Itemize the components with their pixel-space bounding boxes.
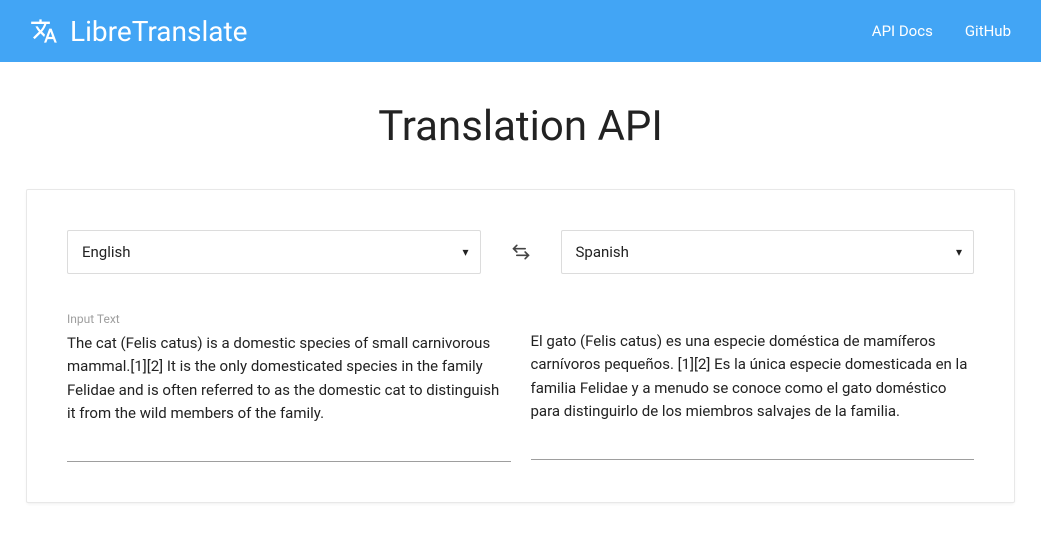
swap-languages-button[interactable] <box>501 242 541 262</box>
input-column: Input Text <box>67 312 511 462</box>
nav-api-docs[interactable]: API Docs <box>872 22 933 40</box>
brand-title: LibreTranslate <box>70 15 248 48</box>
target-language-select[interactable]: Spanish <box>561 230 975 274</box>
output-column: El gato (Felis catus) es una especie dom… <box>531 312 975 462</box>
nav-links: API Docs GitHub <box>872 22 1011 40</box>
target-language-wrap: Spanish ▾ <box>561 230 975 274</box>
input-label: Input Text <box>67 312 511 326</box>
translation-card: English ▾ Spanish ▾ In <box>26 189 1015 503</box>
app-header: LibreTranslate API Docs GitHub <box>0 0 1041 62</box>
source-language-wrap: English ▾ <box>67 230 481 274</box>
language-row: English ▾ Spanish ▾ <box>67 230 974 274</box>
brand[interactable]: LibreTranslate <box>30 15 248 48</box>
swap-icon <box>511 242 531 262</box>
page-title: Translation API <box>20 102 1021 151</box>
main: Translation API English ▾ Spanish <box>0 62 1041 523</box>
source-language-select[interactable]: English <box>67 230 481 274</box>
output-text: El gato (Felis catus) es una especie dom… <box>531 330 975 460</box>
input-textarea[interactable] <box>67 332 511 462</box>
nav-github[interactable]: GitHub <box>965 22 1011 40</box>
translate-icon <box>30 17 58 45</box>
text-row: Input Text El gato (Felis catus) es una … <box>67 312 974 462</box>
